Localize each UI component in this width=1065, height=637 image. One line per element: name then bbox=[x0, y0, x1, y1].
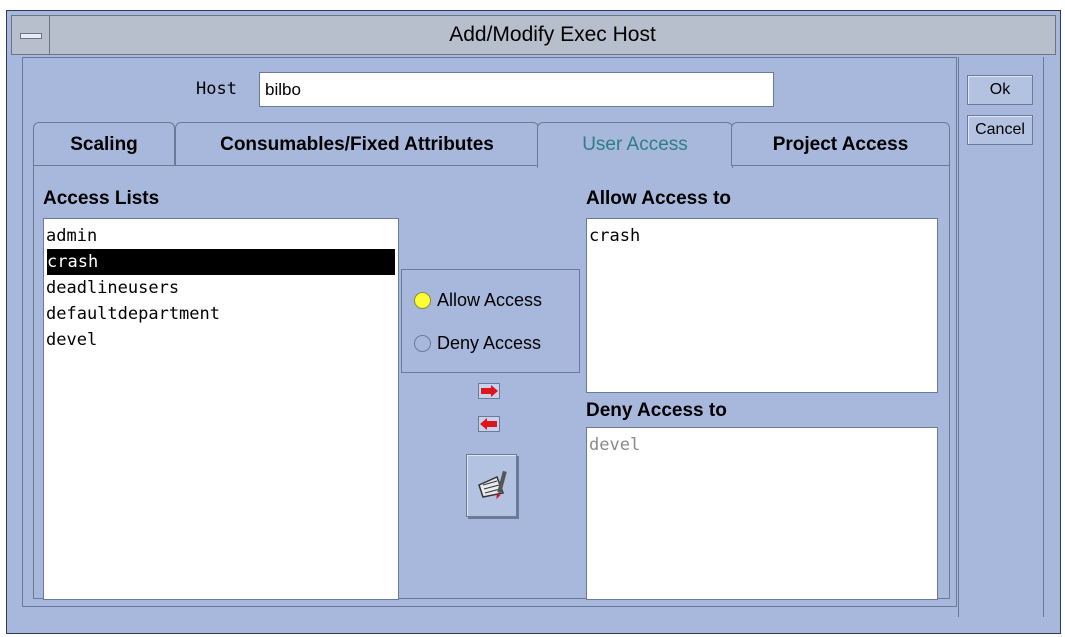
edit-access-list-button[interactable] bbox=[466, 454, 517, 517]
allow-access-to-label: Allow Access to bbox=[586, 188, 732, 209]
list-item[interactable]: devel bbox=[44, 327, 398, 353]
access-lists-label: Access Lists bbox=[43, 188, 160, 209]
allow-access-label: Allow Access bbox=[437, 290, 543, 310]
add-to-access-button[interactable] bbox=[478, 383, 500, 399]
allow-access-radio[interactable]: Allow Access bbox=[414, 288, 542, 312]
tab-scaling[interactable]: Scaling bbox=[33, 122, 175, 166]
host-input[interactable]: bilbo bbox=[259, 72, 774, 107]
deny-access-label: Deny Access bbox=[437, 333, 542, 353]
list-item-selected[interactable]: crash bbox=[47, 249, 395, 275]
list-item[interactable]: deadlineusers bbox=[44, 275, 398, 301]
deny-access-radio[interactable]: Deny Access bbox=[414, 331, 541, 355]
deny-access-list[interactable]: devel bbox=[586, 427, 938, 600]
button-panel: Ok Cancel bbox=[958, 57, 1044, 617]
allow-access-list[interactable]: crash bbox=[586, 218, 938, 393]
edit-access-list-icon bbox=[478, 470, 507, 500]
window-menu-button[interactable] bbox=[12, 16, 50, 54]
access-lists-list[interactable]: admin crash deadlineusers defaultdepartm… bbox=[43, 218, 399, 600]
cancel-button[interactable]: Cancel bbox=[967, 115, 1033, 145]
right-arrow-icon bbox=[481, 385, 498, 397]
window-title: Add/Modify Exec Host bbox=[449, 23, 656, 46]
tab-consumables[interactable]: Consumables/Fixed Attributes bbox=[175, 122, 539, 166]
remove-from-access-button[interactable] bbox=[478, 416, 500, 432]
list-item[interactable]: admin bbox=[44, 223, 398, 249]
host-label: Host bbox=[196, 79, 237, 99]
tab-project-access[interactable]: Project Access bbox=[731, 122, 950, 166]
title-bar[interactable]: Add/Modify Exec Host bbox=[11, 15, 1056, 55]
radio-selected-icon bbox=[414, 292, 431, 309]
radio-unselected-icon bbox=[414, 335, 431, 352]
left-arrow-icon bbox=[480, 418, 497, 430]
deny-access-to-label: Deny Access to bbox=[586, 400, 727, 421]
list-item[interactable]: crash bbox=[587, 223, 937, 249]
list-item[interactable]: defaultdepartment bbox=[44, 301, 398, 327]
access-mode-group: Allow Access Deny Access bbox=[401, 269, 580, 373]
window-menu-icon bbox=[20, 33, 42, 39]
tab-user-access[interactable]: User Access bbox=[537, 122, 733, 168]
ok-button[interactable]: Ok bbox=[967, 75, 1033, 105]
list-item[interactable]: devel bbox=[587, 432, 937, 458]
